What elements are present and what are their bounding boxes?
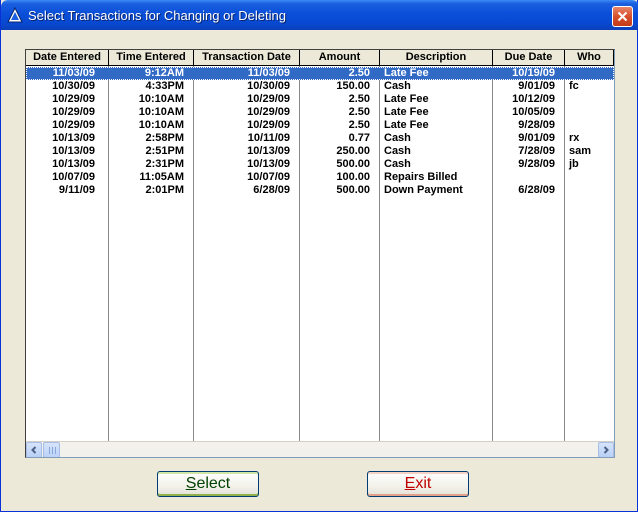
cell-due-date: 10/12/09	[512, 93, 555, 105]
cell-time-entered: 11:05AM	[139, 171, 184, 183]
cell-time-entered: 10:10AM	[138, 93, 184, 105]
cell-description: Late Fee	[384, 119, 429, 131]
cell-transaction-date: 10/29/09	[247, 106, 290, 118]
cell-description: Repairs Billed	[384, 171, 458, 183]
cell-amount: 2.50	[348, 106, 370, 118]
title-bar[interactable]: Select Transactions for Changing or Dele…	[1, 0, 638, 30]
exit-button[interactable]: Exit	[367, 471, 469, 497]
table-row[interactable]: 10/13/09 2:31PM 10/13/09 500.00 Cash 9/28/09 j…	[26, 158, 614, 171]
cell-date-entered: 10/13/09	[52, 158, 95, 170]
cell-transaction-date: 10/13/09	[247, 158, 290, 170]
cell-amount: 250.00	[336, 145, 370, 157]
arrow-right-icon	[603, 446, 609, 454]
cell-due-date: 9/01/09	[518, 80, 555, 92]
cell-date-entered: 10/29/09	[52, 106, 95, 118]
dialog-window: Select Transactions for Changing or Dele…	[0, 0, 638, 512]
column-header-description[interactable]: Description	[380, 50, 493, 66]
cell-who: jb	[569, 158, 579, 170]
cell-due-date: 9/01/09	[518, 132, 555, 144]
cell-time-entered: 2:58PM	[145, 132, 184, 144]
cell-date-entered: 10/07/09	[52, 171, 95, 183]
scroll-thumb[interactable]	[43, 442, 60, 457]
table-row[interactable]: 10/13/09 2:58PM 10/11/09 0.77 Cash 9/01/09 rx	[26, 132, 614, 145]
cell-who: sam	[569, 145, 592, 157]
cell-due-date	[493, 171, 565, 184]
grid-header: Date Entered Time Entered Transaction Da…	[26, 50, 614, 66]
table-row[interactable]: 10/29/09 10:10AM 10/29/09 2.50 Late Fee 9/28/…	[26, 119, 614, 132]
cell-amount: 2.50	[348, 93, 370, 105]
cell-due-date: 7/28/09	[518, 145, 555, 157]
exit-button-label: Exit	[404, 475, 432, 492]
cell-who	[565, 93, 614, 106]
cell-amount: 0.77	[348, 132, 370, 144]
column-header-date-entered[interactable]: Date Entered	[26, 50, 109, 66]
cell-transaction-date: 10/13/09	[247, 145, 290, 157]
cell-transaction-date: 6/28/09	[253, 184, 290, 196]
cell-description: Late Fee	[384, 93, 429, 105]
cell-time-entered: 4:33PM	[145, 80, 184, 92]
column-header-transaction-date[interactable]: Transaction Date	[194, 50, 300, 66]
cell-due-date: 9/28/09	[518, 119, 555, 131]
cell-date-entered: 10/13/09	[52, 132, 95, 144]
cell-transaction-date: 10/30/09	[247, 80, 290, 92]
cell-who	[565, 119, 614, 132]
cell-date-entered: 10/29/09	[52, 119, 95, 131]
cell-due-date: 10/05/09	[512, 106, 555, 118]
cell-transaction-date: 10/11/09	[247, 132, 290, 144]
focus-rect	[26, 67, 614, 80]
cell-who: rx	[569, 132, 580, 144]
cell-due-date: 9/28/09	[518, 158, 555, 170]
cell-who	[565, 184, 614, 197]
cell-time-entered: 2:31PM	[145, 158, 184, 170]
cell-transaction-date: 10/29/09	[247, 119, 290, 131]
cell-amount: 500.00	[336, 184, 370, 196]
table-row[interactable]: 10/29/09 10:10AM 10/29/09 2.50 Late Fee 10/05…	[26, 106, 614, 119]
close-button[interactable]	[612, 6, 633, 27]
cell-amount: 100.00	[336, 171, 370, 183]
cell-date-entered: 10/30/09	[52, 80, 95, 92]
cell-date-entered: 9/11/09	[58, 184, 95, 196]
window-title: Select Transactions for Changing or Dele…	[28, 8, 286, 23]
cell-time-entered: 10:10AM	[138, 119, 184, 131]
cell-who: fc	[569, 80, 579, 92]
cell-description: Cash	[384, 132, 411, 144]
cell-due-date: 6/28/09	[518, 184, 555, 196]
cell-amount: 500.00	[336, 158, 370, 170]
table-row[interactable]: 9/11/09 2:01PM 6/28/09 500.00 Down Payment 6/…	[26, 184, 614, 197]
column-header-due-date[interactable]: Due Date	[493, 50, 565, 66]
cell-description: Cash	[384, 145, 411, 157]
close-icon	[617, 11, 628, 22]
table-row[interactable]: 10/29/09 10:10AM 10/29/09 2.50 Late Fee 10/12…	[26, 93, 614, 106]
cell-amount: 2.50	[348, 119, 370, 131]
cell-description: Down Payment	[384, 184, 463, 196]
cell-who	[565, 106, 614, 119]
cell-time-entered: 2:51PM	[145, 145, 184, 157]
cell-date-entered: 10/13/09	[52, 145, 95, 157]
horizontal-scrollbar[interactable]	[26, 441, 614, 457]
table-row[interactable]: 11/03/09 9:12AM 11/03/09 2.50 Late Fee 10/19/…	[26, 67, 614, 80]
select-button-label: Select	[185, 475, 231, 492]
cell-time-entered: 2:01PM	[145, 184, 184, 196]
cell-date-entered: 10/29/09	[52, 93, 95, 105]
table-row[interactable]: 10/30/09 4:33PM 10/30/09 150.00 Cash 9/01/09 f…	[26, 80, 614, 93]
column-header-amount[interactable]: Amount	[300, 50, 380, 66]
arrow-left-icon	[31, 446, 37, 454]
cell-description: Cash	[384, 158, 411, 170]
scroll-left-button[interactable]	[26, 442, 42, 457]
transactions-grid[interactable]: Date Entered Time Entered Transaction Da…	[25, 49, 615, 458]
cell-description: Cash	[384, 80, 411, 92]
select-button[interactable]: Select	[157, 471, 259, 497]
column-header-who[interactable]: Who	[565, 50, 614, 66]
table-row[interactable]: 10/13/09 2:51PM 10/13/09 250.00 Cash 7/28/09 s…	[26, 145, 614, 158]
triangle-app-icon	[7, 7, 23, 23]
scroll-right-button[interactable]	[598, 442, 614, 457]
cell-transaction-date: 10/29/09	[247, 93, 290, 105]
cell-who	[565, 171, 614, 184]
cell-amount: 150.00	[336, 80, 370, 92]
table-row[interactable]: 10/07/09 11:05AM 10/07/09 100.00 Repairs Bil…	[26, 171, 614, 184]
cell-transaction-date: 10/07/09	[247, 171, 290, 183]
cell-description: Late Fee	[384, 106, 429, 118]
cell-time-entered: 10:10AM	[138, 106, 184, 118]
column-header-time-entered[interactable]: Time Entered	[109, 50, 194, 66]
